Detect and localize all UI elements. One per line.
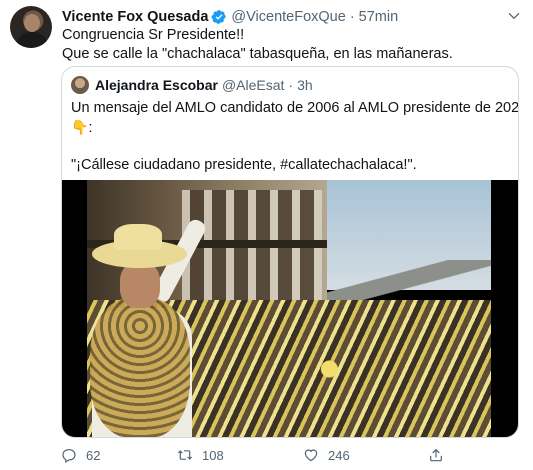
author-display-name[interactable]: Vicente Fox Quesada — [62, 9, 208, 25]
video-head — [120, 262, 160, 308]
retweet-count: 108 — [202, 447, 224, 463]
video-garland — [90, 298, 190, 437]
retweet-icon — [178, 450, 192, 460]
video-player[interactable] — [62, 180, 518, 437]
reply-count: 62 — [86, 447, 101, 463]
more-options-button[interactable] — [504, 6, 524, 26]
chevron-down-icon — [508, 13, 520, 19]
quoted-author-display-name: Alejandra Escobar — [95, 77, 218, 93]
separator-dot: · — [349, 9, 355, 25]
author-handle[interactable]: @VicenteFoxQue — [231, 9, 345, 25]
tweet-text: Congruencia Sr Presidente!! Que se calle… — [62, 27, 453, 62]
quoted-text-line-1: Un mensaje del AMLO candidato de 2006 al… — [71, 100, 519, 116]
quoted-tweet-timestamp: 3h — [297, 77, 313, 93]
heart-icon — [304, 449, 318, 462]
tweet[interactable]: Vicente Fox Quesada @VicenteFoxQue · 57m… — [0, 0, 533, 470]
quoted-tweet-header: Alejandra Escobar @AleEsat · 3h — [71, 76, 313, 94]
quoted-tweet-text: Un mensaje del AMLO candidato de 2006 al… — [71, 99, 519, 175]
video-hat-crown — [114, 224, 162, 250]
quoted-text-line-3: "¡Cállese ciudadano presidente, #callate… — [71, 157, 417, 173]
separator-dot: · — [288, 77, 294, 93]
quoted-author-handle: @AleEsat — [221, 77, 285, 93]
quoted-text-colon: : — [88, 120, 93, 136]
reply-button[interactable]: 62 — [61, 447, 100, 463]
quoted-text-line-2: 👇: — [71, 118, 511, 137]
retweet-button[interactable]: 108 — [177, 447, 224, 463]
video-man-in-hat — [90, 217, 212, 437]
avatar-body — [16, 32, 48, 48]
like-button[interactable]: 246 — [303, 447, 350, 463]
pointing-down-emoji: 👇 — [71, 119, 89, 135]
verified-badge-icon — [211, 10, 227, 24]
video-frame — [87, 180, 491, 437]
tweet-timestamp[interactable]: 57min — [359, 9, 399, 25]
quoted-tweet[interactable]: Alejandra Escobar @AleEsat · 3h Un mensa… — [61, 66, 519, 438]
quoted-author-avatar — [71, 76, 89, 94]
video-mountains — [317, 260, 491, 300]
author-avatar[interactable] — [10, 6, 52, 48]
quoted-text-spacer — [71, 137, 511, 156]
tweet-header: Vicente Fox Quesada @VicenteFoxQue · 57m… — [62, 7, 398, 27]
like-count: 246 — [328, 447, 350, 463]
share-button[interactable] — [428, 447, 453, 463]
share-icon — [430, 449, 442, 462]
avatar-face — [24, 14, 40, 32]
tweet-actions: 62 108 246 — [61, 447, 461, 465]
reply-icon — [62, 449, 76, 463]
